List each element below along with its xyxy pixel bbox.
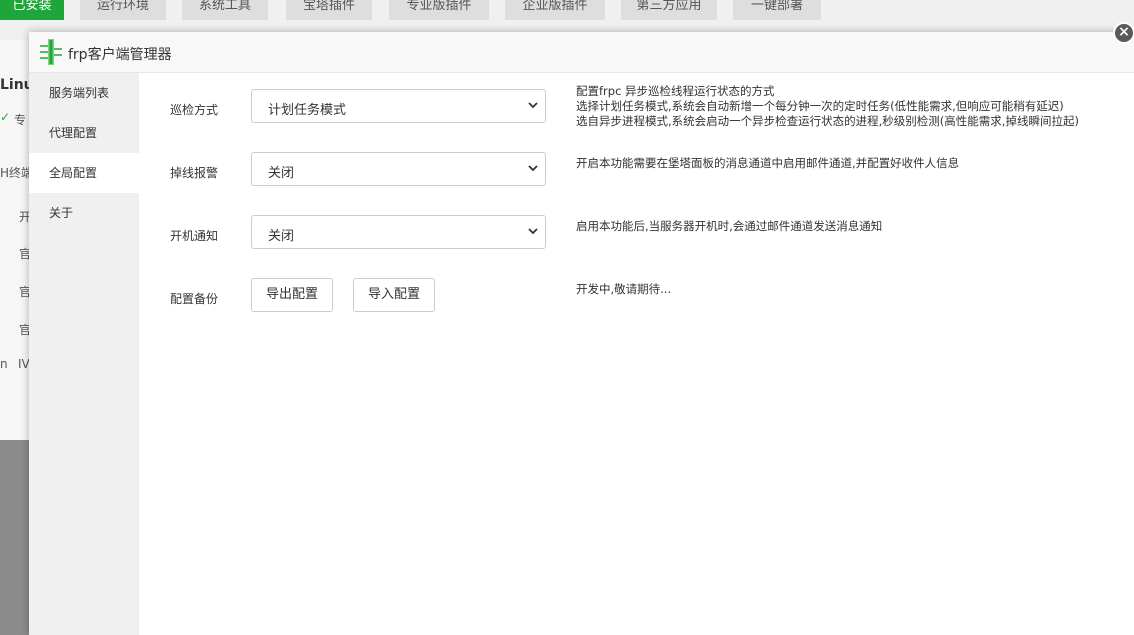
patrol-mode-select[interactable]: 计划任务模式	[251, 89, 546, 123]
offline-alert-select[interactable]: 关闭	[251, 152, 546, 186]
close-button[interactable]: ×	[1113, 22, 1134, 44]
sidebar-item-about[interactable]: 关于	[29, 193, 139, 233]
bg-tab-one-click: 一键部署	[733, 0, 821, 20]
dialog-title: frp客户端管理器	[68, 47, 172, 63]
offline-alert-help: 开启本功能需要在堡塔面板的消息通道中启用邮件通道,并配置好收件人信息	[576, 156, 960, 170]
sidebar-item-proxy-config[interactable]: 代理配置	[29, 113, 139, 153]
bg-tab-runtime: 运行环境	[80, 0, 166, 20]
config-backup-help: 开发中,敬请期待...	[576, 282, 672, 296]
patrol-mode-label: 巡检方式	[170, 103, 219, 117]
dialog-header: frp客户端管理器	[29, 32, 1134, 73]
bg-tab-installed: 已安装	[0, 0, 64, 20]
patrol-mode-help: 配置frpc 异步巡检线程运行状态的方式 选择计划任务模式,系统会自动新增一个每…	[576, 84, 1079, 129]
bg-pro-text: 专	[14, 113, 27, 127]
config-backup-row: 配置备份 导出配置 导入配置 开发中,敬请期待...	[139, 278, 1134, 318]
frp-logo-icon	[40, 39, 62, 65]
sidebar-item-global-config[interactable]: 全局配置	[29, 153, 139, 193]
bg-n-text: n	[0, 357, 8, 371]
patrol-help-line-1: 配置frpc 异步巡检线程运行状态的方式	[576, 84, 775, 98]
background-tab-bar: 已安装 运行环境 系统工具 宝塔插件 专业版插件 企业版插件 第三方应用 一键部…	[0, 0, 1134, 20]
bg-tab-pro-plugins: 专业版插件	[389, 0, 489, 20]
boot-notify-value: 关闭	[268, 229, 295, 244]
sidebar-item-server-list[interactable]: 服务端列表	[29, 73, 139, 113]
chevron-down-icon	[528, 165, 538, 172]
config-backup-label: 配置备份	[170, 292, 219, 306]
global-config-panel: 巡检方式 计划任务模式 配置frpc 异步巡检线程运行状态的方式 选择计划任务模…	[139, 73, 1134, 635]
frp-manager-dialog: frp客户端管理器 × 服务端列表 代理配置 全局配置 关于 巡检方式 计划任务…	[29, 22, 1134, 635]
bg-tab-bt-plugins: 宝塔插件	[286, 0, 372, 20]
bg-tab-third-party: 第三方应用	[621, 0, 717, 20]
bg-check-mark: ✓	[0, 110, 11, 124]
import-config-button[interactable]: 导入配置	[353, 278, 435, 312]
boot-notify-row: 开机通知 关闭 启用本功能后,当服务器开机时,会通过邮件通道发送消息通知	[139, 215, 1134, 255]
boot-notify-select[interactable]: 关闭	[251, 215, 546, 249]
export-config-button[interactable]: 导出配置	[251, 278, 333, 312]
chevron-down-icon	[528, 102, 538, 109]
bg-iv-text: IV	[18, 357, 30, 371]
patrol-mode-row: 巡检方式 计划任务模式 配置frpc 异步巡检线程运行状态的方式 选择计划任务模…	[139, 84, 1134, 159]
patrol-mode-value: 计划任务模式	[268, 103, 347, 118]
boot-notify-label: 开机通知	[170, 229, 219, 243]
boot-notify-help: 启用本功能后,当服务器开机时,会通过邮件通道发送消息通知	[576, 219, 883, 233]
patrol-help-line-3: 选自异步进程模式,系统会启动一个异步检查运行状态的进程,秒级别检测(高性能需求,…	[576, 114, 1079, 128]
offline-alert-row: 掉线报警 关闭 开启本功能需要在堡塔面板的消息通道中启用邮件通道,并配置好收件人…	[139, 152, 1134, 192]
chevron-down-icon	[528, 228, 538, 235]
bg-tab-enterprise-plugins: 企业版插件	[505, 0, 605, 20]
offline-alert-value: 关闭	[268, 166, 295, 181]
bg-tab-system-tools: 系统工具	[182, 0, 268, 20]
dialog-sidebar: 服务端列表 代理配置 全局配置 关于	[29, 73, 139, 635]
patrol-help-line-2: 选择计划任务模式,系统会自动新增一个每分钟一次的定时任务(低性能需求,但响应可能…	[576, 99, 1064, 113]
offline-alert-label: 掉线报警	[170, 166, 219, 180]
